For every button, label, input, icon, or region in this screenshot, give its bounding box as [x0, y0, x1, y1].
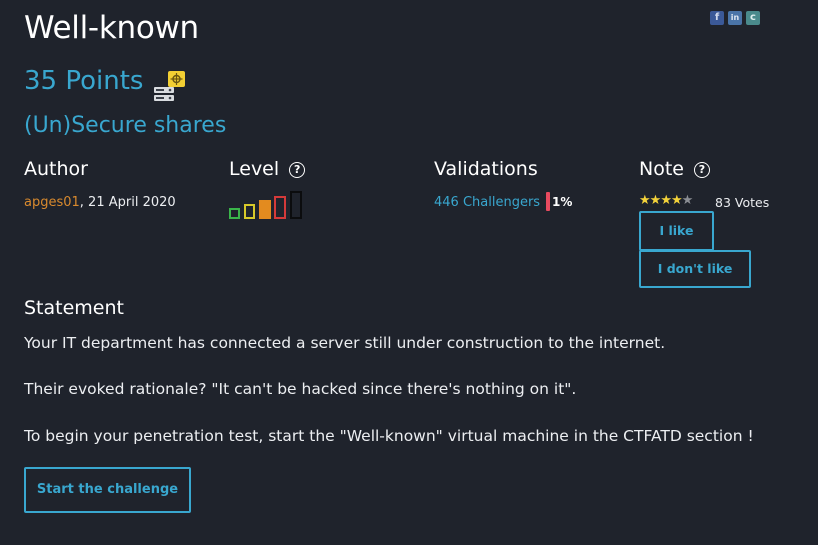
statement-heading: Statement	[24, 297, 124, 319]
rating-stars: ★★★★★	[639, 193, 694, 208]
note-label: Note	[639, 158, 684, 180]
help-icon[interactable]: ?	[289, 162, 306, 178]
level-bar	[290, 191, 302, 219]
start-challenge-button[interactable]: Start the challenge	[24, 467, 191, 513]
star-icon: ★	[639, 193, 651, 208]
validation-rate-bar	[546, 192, 550, 211]
like-button[interactable]: I like	[639, 211, 714, 251]
vote-count: 83 Votes	[715, 195, 770, 210]
star-icon: ★	[649, 193, 662, 208]
statement-paragraph: Your IT department has connected a serve…	[24, 334, 666, 352]
level-bar	[274, 196, 286, 219]
star-icon: ★	[670, 193, 683, 208]
author-link[interactable]: apges01	[24, 195, 80, 210]
validations-heading: Validations	[434, 158, 538, 180]
level-bar	[259, 200, 271, 219]
level-heading: Level?	[229, 158, 306, 180]
share-icon[interactable]: c	[746, 11, 760, 25]
facebook-icon[interactable]: f	[710, 11, 724, 25]
dislike-button[interactable]: I don't like	[639, 250, 751, 288]
difficulty-meter	[229, 191, 302, 219]
author-date: , 21 April 2020	[79, 195, 176, 210]
level-bar	[229, 208, 240, 219]
challengers-link[interactable]: 446 Challengers	[434, 195, 540, 210]
author-info: apges01, 21 April 2020	[24, 195, 176, 210]
star-icon: ★	[681, 193, 694, 208]
help-icon[interactable]: ?	[693, 162, 710, 178]
linkedin-icon[interactable]: in	[728, 11, 742, 25]
challenge-points: 35 Points	[24, 66, 144, 96]
star-icon: ★	[660, 193, 672, 208]
statement-paragraph: Their evoked rationale? "It can't be hac…	[24, 380, 577, 398]
note-heading: Note?	[639, 158, 710, 180]
level-label: Level	[229, 158, 280, 180]
page-title: Well-known	[24, 10, 199, 46]
challenge-category[interactable]: (Un)Secure shares	[24, 113, 226, 138]
author-heading: Author	[24, 158, 88, 180]
server-icon	[154, 71, 185, 101]
level-bar	[244, 204, 255, 219]
validation-rate: 1%	[552, 195, 573, 209]
statement-paragraph: To begin your penetration test, start th…	[24, 427, 754, 445]
social-links: f in c	[710, 11, 760, 25]
